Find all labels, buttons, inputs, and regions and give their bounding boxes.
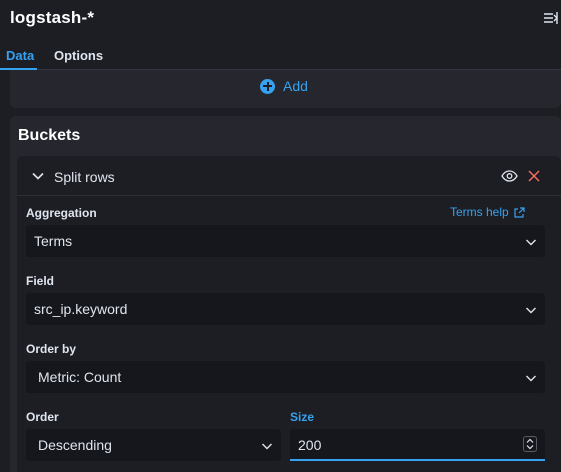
terms-help-link[interactable]: Terms help — [450, 205, 525, 219]
terms-help-text: Terms help — [450, 205, 509, 219]
order-by-label: Order by — [26, 342, 77, 356]
tab-data[interactable]: Data — [6, 48, 34, 63]
field-label: Field — [26, 274, 55, 288]
tab-options[interactable]: Options — [54, 48, 103, 63]
order-by-select[interactable]: Metric: Count — [26, 361, 545, 393]
plus-circle-icon — [260, 78, 275, 94]
index-pattern-title: logstash-* — [10, 8, 95, 27]
aggregation-value: Terms — [34, 233, 73, 249]
chevron-down-icon — [525, 235, 537, 247]
field-select[interactable]: src_ip.keyword — [26, 293, 545, 325]
visualization-editor-sidebar: logstash-* Data Options Add Buckets Spli… — [0, 0, 561, 472]
size-input[interactable]: 200 — [290, 429, 545, 461]
external-link-icon — [514, 206, 525, 218]
aggregation-select[interactable]: Terms — [26, 225, 545, 257]
chevron-down-icon — [525, 303, 537, 315]
metrics-panel: Add — [10, 70, 561, 108]
size-label: Size — [290, 410, 315, 424]
order-value: Descending — [38, 437, 112, 453]
remove-agg-icon[interactable] — [527, 169, 541, 183]
agg-header: Split rows — [17, 156, 561, 196]
eye-icon[interactable] — [501, 169, 518, 183]
buckets-panel: Buckets Split rows Aggregation Terms hel… — [10, 116, 561, 472]
order-label: Order — [26, 410, 59, 424]
order-by-value: Metric: Count — [38, 369, 122, 385]
field-value: src_ip.keyword — [34, 301, 128, 317]
agg-name[interactable]: Split rows — [54, 169, 115, 185]
number-spinner-icon[interactable] — [523, 436, 537, 452]
size-value: 200 — [298, 437, 322, 453]
order-select[interactable]: Descending — [26, 429, 281, 461]
menu-collapse-right-icon[interactable] — [543, 10, 559, 26]
chevron-down-icon[interactable] — [31, 169, 45, 183]
add-metric-button[interactable]: Add — [260, 76, 308, 96]
add-label: Add — [283, 78, 308, 94]
buckets-title: Buckets — [18, 127, 81, 144]
chevron-down-icon — [525, 371, 537, 383]
editor-tabs: Data Options — [0, 40, 561, 70]
aggregation-label: Aggregation — [26, 206, 97, 220]
chevron-down-icon — [261, 439, 273, 451]
